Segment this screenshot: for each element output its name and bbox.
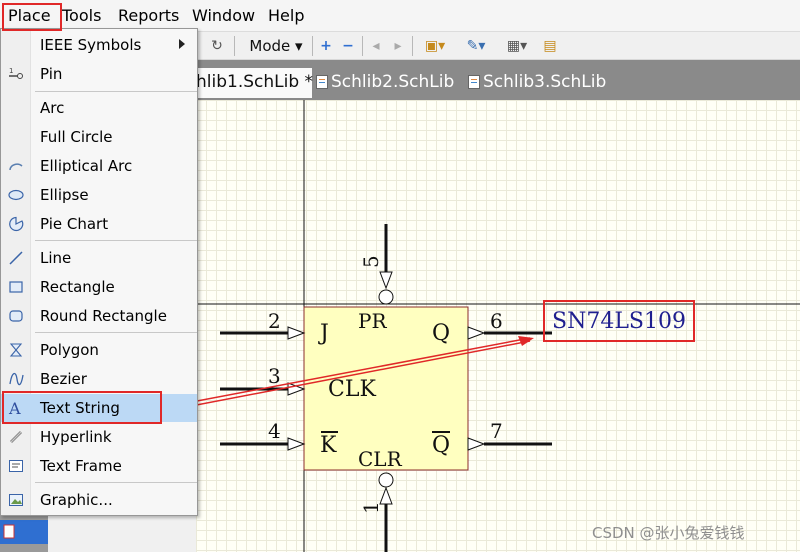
document-icon bbox=[3, 524, 15, 539]
menu-separator bbox=[35, 332, 197, 333]
ellipse-icon bbox=[8, 187, 24, 203]
menu-separator bbox=[35, 91, 197, 92]
document-tabs: hlib1.SchLib * Schlib2.SchLib Schlib3.Sc… bbox=[196, 60, 800, 100]
menu-item-label: Ellipse bbox=[40, 186, 89, 204]
menu-item-label: Arc bbox=[40, 99, 65, 117]
redo-icon[interactable]: ↻ bbox=[208, 36, 226, 56]
menu-item-label: Line bbox=[40, 249, 72, 267]
toolbar-separator bbox=[362, 36, 363, 56]
add-icon[interactable]: + bbox=[318, 36, 334, 56]
menu-window[interactable]: Window bbox=[192, 6, 255, 26]
menu-item-full-circle[interactable]: Full Circle bbox=[1, 123, 197, 151]
svg-text:1: 1 bbox=[9, 67, 13, 75]
grid-icon[interactable]: ▦▾ bbox=[502, 36, 532, 56]
menu-item-elliptical-arc[interactable]: Elliptical Arc bbox=[1, 152, 197, 180]
menu-item-label: Graphic... bbox=[40, 491, 113, 509]
toolbar-separator bbox=[412, 36, 413, 56]
component-icon[interactable]: ▣▾ bbox=[422, 36, 448, 56]
toolbar-separator bbox=[312, 36, 313, 56]
graphic-icon bbox=[8, 492, 24, 508]
menu-reports[interactable]: Reports bbox=[118, 6, 179, 26]
forward-icon[interactable]: ▸ bbox=[390, 36, 406, 56]
menu-item-arc[interactable]: Arc bbox=[1, 94, 197, 122]
folder-icon[interactable]: ▤ bbox=[540, 36, 560, 56]
menu-item-label: IEEE Symbols bbox=[40, 36, 142, 54]
menu-item-label: Text Frame bbox=[40, 457, 122, 475]
text-frame-icon bbox=[8, 458, 24, 474]
schematic-canvas[interactable] bbox=[196, 100, 800, 552]
document-icon bbox=[316, 70, 328, 89]
toolbar-separator bbox=[234, 36, 235, 56]
menu-item-label: Round Rectangle bbox=[40, 307, 167, 325]
mode-label: Mode bbox=[249, 37, 291, 55]
hyperlink-icon bbox=[8, 429, 24, 445]
menu-item-ieee-symbols[interactable]: IEEE Symbols bbox=[1, 31, 197, 59]
menu-item-label: Bezier bbox=[40, 370, 87, 388]
menu-help[interactable]: Help bbox=[268, 6, 304, 26]
menu-item-label: Pin bbox=[40, 65, 63, 83]
menu-separator bbox=[35, 482, 197, 483]
menu-item-pin[interactable]: 1 Pin bbox=[1, 60, 197, 88]
menu-item-polygon[interactable]: Polygon bbox=[1, 336, 197, 364]
annotation-box-text-string bbox=[2, 391, 162, 424]
menu-item-hyperlink[interactable]: Hyperlink bbox=[1, 423, 197, 451]
menu-tools[interactable]: Tools bbox=[62, 6, 101, 26]
back-icon[interactable]: ◂ bbox=[368, 36, 384, 56]
rectangle-icon bbox=[8, 279, 24, 295]
left-panel-selected-item[interactable] bbox=[0, 520, 48, 544]
tab-label: hlib1.SchLib * bbox=[196, 72, 314, 92]
menu-item-graphic[interactable]: Graphic... bbox=[1, 486, 197, 514]
menu-item-text-frame[interactable]: Text Frame bbox=[1, 452, 197, 480]
submenu-arrow-icon bbox=[179, 39, 185, 49]
tab-label: Schlib3.SchLib bbox=[483, 72, 607, 92]
pie-chart-icon bbox=[8, 216, 24, 232]
menu-item-ellipse[interactable]: Ellipse bbox=[1, 181, 197, 209]
round-rectangle-icon bbox=[8, 308, 24, 324]
menu-separator bbox=[35, 240, 197, 241]
toolbar: ↻ Mode ▾ + − ◂ ▸ ▣▾ ✎▾ ▦▾ ▤ bbox=[196, 32, 800, 60]
menu-item-label: Elliptical Arc bbox=[40, 157, 133, 175]
pin-icon: 1 bbox=[8, 66, 24, 82]
place-menu: IEEE Symbols 1 Pin Arc Full Circle Ellip… bbox=[0, 28, 198, 516]
menu-item-label: Hyperlink bbox=[40, 428, 112, 446]
document-icon bbox=[468, 70, 480, 89]
remove-icon[interactable]: − bbox=[340, 36, 356, 56]
watermark: CSDN @张小兔爱钱钱 bbox=[592, 524, 745, 542]
menu-item-label: Full Circle bbox=[40, 128, 113, 146]
menu-item-label: Pie Chart bbox=[40, 215, 109, 233]
annotation-box-place-menu bbox=[2, 3, 62, 31]
tab-schlib2[interactable]: Schlib2.SchLib bbox=[316, 68, 460, 98]
tab-schlib1[interactable]: hlib1.SchLib * bbox=[196, 68, 314, 98]
menu-item-round-rectangle[interactable]: Round Rectangle bbox=[1, 302, 197, 330]
menu-item-line[interactable]: Line bbox=[1, 244, 197, 272]
menu-item-bezier[interactable]: Bezier bbox=[1, 365, 197, 393]
bezier-icon bbox=[8, 371, 24, 387]
menu-item-label: Rectangle bbox=[40, 278, 115, 296]
elliptical-arc-icon bbox=[8, 158, 24, 174]
edit-icon[interactable]: ✎▾ bbox=[458, 36, 494, 56]
menu-item-pie-chart[interactable]: Pie Chart bbox=[1, 210, 197, 238]
menu-item-label: Polygon bbox=[40, 341, 99, 359]
polygon-icon bbox=[8, 342, 24, 358]
tab-schlib3[interactable]: Schlib3.SchLib bbox=[468, 68, 618, 98]
menu-item-rectangle[interactable]: Rectangle bbox=[1, 273, 197, 301]
tab-label: Schlib2.SchLib bbox=[331, 72, 455, 92]
mode-dropdown[interactable]: Mode ▾ bbox=[244, 36, 308, 56]
line-icon bbox=[8, 250, 24, 266]
